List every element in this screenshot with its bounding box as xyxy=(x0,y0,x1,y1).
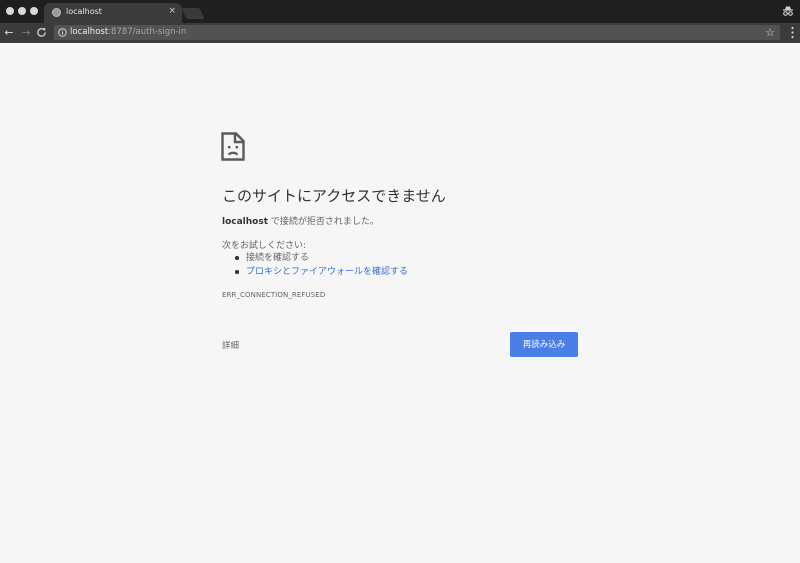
suggestions-title: 次をお試しください: xyxy=(222,241,307,251)
info-icon[interactable] xyxy=(58,28,67,37)
reload-icon[interactable] xyxy=(36,27,47,38)
error-heading: このサイトにアクセスできません xyxy=(222,187,446,205)
zoom-window-button[interactable] xyxy=(30,7,38,15)
details-button[interactable]: 詳細 xyxy=(222,339,239,351)
back-button[interactable]: ← xyxy=(2,25,16,41)
url-path: :8787/auth-sign-in xyxy=(108,27,187,37)
url-text: localhost:8787/auth-sign-in xyxy=(70,26,186,39)
bookmark-star-icon[interactable]: ☆ xyxy=(765,25,775,40)
incognito-icon xyxy=(783,6,793,16)
error-host: localhost xyxy=(222,217,269,227)
error-description: localhost で接続が拒否されました。 xyxy=(222,214,379,227)
browser-toolbar: ← → localhost:8787/auth-sign-in ☆ xyxy=(0,23,800,43)
new-tab-button[interactable] xyxy=(181,8,205,19)
url-host: localhost xyxy=(70,27,109,37)
tab-localhost[interactable]: localhost × xyxy=(44,3,182,23)
globe-icon xyxy=(52,8,61,17)
suggestion-check-connection: 接続を確認する xyxy=(233,251,408,265)
reload-button[interactable]: 再読み込み xyxy=(510,332,578,357)
tab-strip: localhost × xyxy=(0,0,800,23)
forward-button[interactable]: → xyxy=(19,25,33,41)
error-code: ERR_CONNECTION_REFUSED xyxy=(222,291,326,299)
address-bar[interactable]: localhost:8787/auth-sign-in ☆ xyxy=(54,25,780,40)
error-page: このサイトにアクセスできません localhost で接続が拒否されました。 次… xyxy=(0,43,800,563)
suggestion-check-proxy-firewall-link[interactable]: プロキシとファイアウォールを確認する xyxy=(233,265,408,279)
close-window-button[interactable] xyxy=(6,7,14,15)
sad-page-icon xyxy=(221,132,245,161)
minimize-window-button[interactable] xyxy=(18,7,26,15)
error-message: で接続が拒否されました。 xyxy=(268,217,379,227)
menu-dots-icon[interactable] xyxy=(791,26,794,39)
tab-title: localhost xyxy=(66,7,102,16)
tab-close-icon[interactable]: × xyxy=(168,6,176,17)
suggestions-list: 接続を確認する プロキシとファイアウォールを確認する xyxy=(233,251,408,279)
browser-window: localhost × ← → localhost:8787/auth-sign… xyxy=(0,0,800,563)
